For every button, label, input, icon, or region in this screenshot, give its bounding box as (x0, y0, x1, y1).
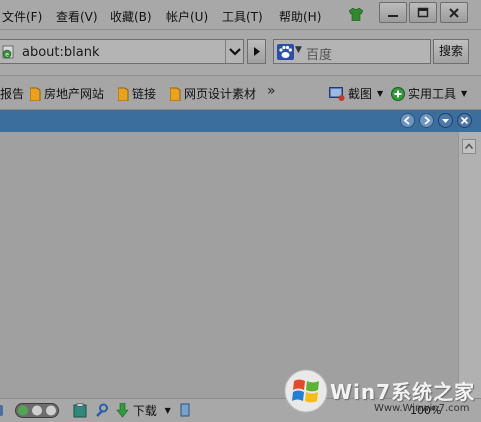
address-dropdown[interactable] (225, 40, 244, 63)
search-field[interactable]: ▼ 百度 (273, 39, 431, 64)
wrench-icon[interactable] (94, 403, 108, 418)
go-button[interactable] (247, 39, 266, 64)
favorite-web-design[interactable]: 网页设计素材 (170, 85, 256, 103)
plus-circle-icon (391, 86, 405, 101)
scroll-up-button[interactable] (462, 139, 476, 154)
favorite-label: 链接 (132, 87, 157, 101)
folder-icon (170, 87, 181, 101)
back-circle-icon[interactable] (400, 113, 415, 128)
address-toolbar: e about:blank ▼ 百度 搜索 (0, 30, 481, 76)
address-url[interactable]: about:blank (22, 45, 100, 60)
watermark-url: Www.Winwin7.com (374, 403, 470, 414)
caret-down-icon[interactable]: ▼ (377, 89, 383, 98)
favorites-bar: 报告 房地产网站 链接 网页设计素材 » 截图 ▼ 实用工具 ▼ (0, 76, 481, 110)
menu-view[interactable]: 查看(V) (56, 8, 98, 25)
menu-tools[interactable]: 工具(T) (222, 8, 263, 25)
screenshot-label: 截图 (348, 87, 373, 101)
utilities-label: 实用工具 (408, 87, 457, 101)
screenshot-tool[interactable]: 截图 ▼ (329, 85, 383, 102)
favorite-label: 网页设计素材 (184, 87, 257, 101)
chevron-down-icon (229, 48, 241, 56)
menu-favorites[interactable]: 收藏(B) (110, 8, 152, 25)
download-label: 下载 (132, 404, 157, 418)
favorite-real-estate[interactable]: 房地产网站 (30, 85, 104, 103)
close-circle-icon[interactable] (457, 113, 472, 128)
menu-bar: 文件(F) 查看(V) 收藏(B) 帐户(U) 工具(T) 帮助(H) (0, 0, 481, 30)
maximize-button[interactable] (409, 2, 437, 23)
forward-circle-icon[interactable] (419, 113, 434, 128)
minimize-icon (388, 15, 398, 17)
screenshot-icon (329, 86, 345, 101)
watermark-brand: Win7系统之家 (330, 380, 476, 404)
folder-icon (118, 87, 129, 101)
address-field[interactable]: e about:blank (0, 39, 244, 64)
watermark: Win7系统之家 Www.Winwin7.com (282, 366, 477, 418)
menu-help[interactable]: 帮助(H) (279, 8, 321, 25)
svg-text:e: e (5, 52, 9, 59)
partial-status-icon (0, 405, 3, 416)
maximize-icon (417, 7, 429, 18)
skin-shirt-icon[interactable] (349, 8, 363, 21)
chevron-up-icon (464, 143, 474, 150)
page-icon: e (2, 45, 14, 59)
minimize-button[interactable] (379, 2, 407, 23)
caret-down-icon[interactable]: ▼ (165, 406, 171, 415)
menu-account[interactable]: 帐户(U) (166, 8, 208, 25)
search-placeholder[interactable]: 百度 (306, 44, 332, 63)
favorite-links[interactable]: 链接 (118, 85, 156, 103)
close-button[interactable] (440, 2, 468, 23)
vertical-scrollbar[interactable] (458, 132, 481, 398)
favorites-more-chevron-icon[interactable]: » (267, 83, 276, 99)
traffic-light-icon[interactable] (15, 403, 59, 418)
search-engine-caret-icon[interactable]: ▼ (295, 45, 302, 55)
windows-logo-icon (284, 369, 328, 413)
favorite-label: 房地产网站 (44, 87, 105, 101)
play-arrow-icon (254, 47, 260, 56)
download-tool[interactable]: 下载 ▼ (116, 402, 171, 419)
panel-header (0, 110, 481, 132)
dropdown-circle-icon[interactable] (438, 113, 453, 128)
search-button[interactable]: 搜索 (433, 39, 469, 64)
clipboard-icon[interactable] (73, 403, 87, 418)
menu-file[interactable]: 文件(F) (2, 8, 42, 25)
favorite-label: 报告 (0, 87, 25, 101)
page-indicator-icon[interactable] (180, 403, 190, 418)
folder-icon (30, 87, 41, 101)
download-arrow-icon (116, 402, 129, 418)
utilities-tool[interactable]: 实用工具 ▼ (391, 85, 467, 102)
baidu-paw-icon (277, 44, 294, 60)
favorite-report[interactable]: 报告 (0, 85, 24, 103)
close-icon (449, 8, 459, 18)
caret-down-icon[interactable]: ▼ (461, 89, 467, 98)
page-content[interactable] (0, 132, 458, 398)
